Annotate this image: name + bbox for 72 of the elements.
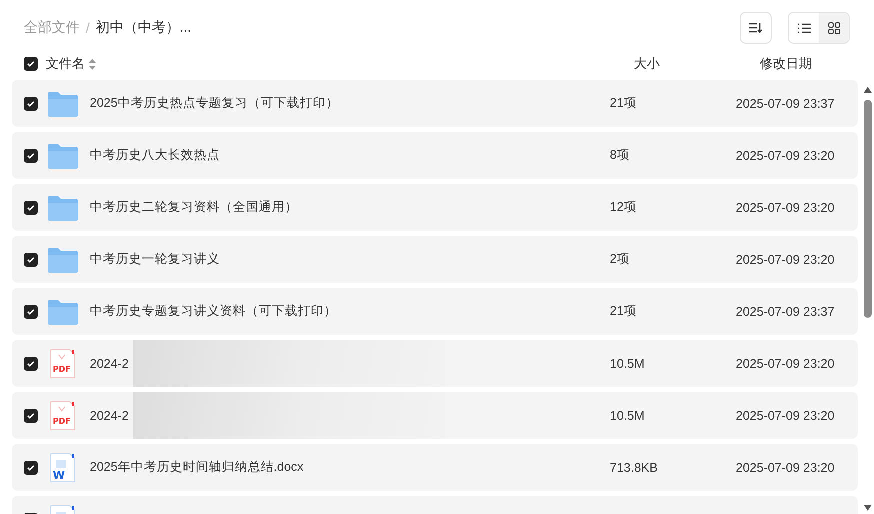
- folder-icon: [48, 90, 78, 116]
- file-name: 中考历史专题复习讲义资料（可下载打印）: [90, 303, 337, 320]
- list-icon: [798, 22, 810, 34]
- modified-date: 2025-07-09 23:37: [736, 304, 835, 318]
- column-header: 修改日期: [760, 55, 812, 73]
- scroll-up-icon[interactable]: [863, 86, 873, 94]
- file-size: 8项: [610, 148, 630, 162]
- file-size: 21项: [610, 304, 637, 318]
- file-row[interactable]: 中考历史一轮复习讲义 2项 2025-07-09 23:20: [12, 236, 858, 283]
- check-icon: [27, 204, 35, 212]
- file-size: 2项: [610, 252, 630, 266]
- grid-view-button[interactable]: [819, 13, 849, 43]
- check-icon: [27, 464, 35, 472]
- check-icon: [27, 412, 35, 420]
- file-row[interactable]: PDF 2024-2 10.5M 2025-07-09 23:20: [12, 340, 858, 387]
- check-icon: [27, 256, 35, 264]
- folder-icon: [48, 142, 78, 168]
- scroll-down-icon[interactable]: [863, 504, 873, 512]
- file-row[interactable]: W 2025年中考历史时间轴归纳总结.docx 713.8KB 2025-07-09 23:20: [12, 444, 858, 491]
- breadcrumb-link[interactable]: 初中（中考）...: [96, 19, 192, 37]
- word-file-icon: W: [50, 452, 76, 482]
- column-header: 大小: [634, 55, 661, 73]
- check-icon: [27, 308, 35, 316]
- file-name: 中考历史一轮复习讲义: [90, 251, 220, 268]
- checkbox[interactable]: [24, 460, 38, 474]
- file-name: 中考历史八大长效热点: [90, 147, 220, 164]
- sort-icon[interactable]: [89, 58, 96, 70]
- file-name: 2024-2: [90, 408, 129, 422]
- file-row[interactable]: 2025中考历史热点专题复习（可下载打印） 21项 2025-07-09 23:37: [12, 80, 858, 127]
- check-icon: [27, 60, 35, 68]
- file-size: 10.5M: [610, 356, 645, 370]
- modified-date: 2025-07-09 23:20: [736, 148, 835, 162]
- scrollbar-thumb[interactable]: [864, 100, 872, 318]
- modified-date: 2025-07-09 23:20: [736, 460, 835, 474]
- column-header[interactable]: 文件名: [46, 55, 85, 73]
- file-row[interactable]: 中考历史二轮复习资料（全国通用） 12项 2025-07-09 23:20: [12, 184, 858, 231]
- folder-icon: [48, 246, 78, 272]
- checkbox[interactable]: [24, 356, 38, 370]
- file-name: 2025年中考历史时间轴归纳总结.docx: [90, 459, 304, 476]
- modified-date: 2025-07-09 23:20: [736, 200, 835, 214]
- check-icon: [27, 100, 35, 108]
- pdf-file-icon: PDF: [50, 348, 76, 378]
- file-row[interactable]: PDF 2024-2 10.5M 2025-07-09 23:20: [12, 392, 858, 439]
- breadcrumb-separator: /: [86, 20, 90, 36]
- checkbox[interactable]: [24, 408, 38, 422]
- modified-date: 2025-07-09 23:20: [736, 408, 835, 422]
- grid-icon: [828, 22, 840, 34]
- sort-icon: [749, 22, 763, 34]
- checkbox[interactable]: [24, 200, 38, 214]
- file-size: 21项: [610, 96, 637, 110]
- file-size: 12项: [610, 200, 637, 214]
- file-name: 2025中考历史热点专题复习（可下载打印）: [90, 95, 339, 112]
- check-icon: [27, 360, 35, 368]
- checkbox[interactable]: [24, 148, 38, 162]
- pdf-file-icon: PDF: [50, 400, 76, 430]
- file-size: 713.8KB: [610, 460, 658, 474]
- file-name: 中考历史二轮复习资料（全国通用）: [90, 199, 298, 216]
- modified-date: 2025-07-09 23:37: [736, 96, 835, 110]
- checkbox[interactable]: [24, 252, 38, 266]
- check-icon: [27, 152, 35, 160]
- checkbox[interactable]: [24, 96, 38, 110]
- file-row[interactable]: 中考历史专题复习讲义资料（可下载打印） 21项 2025-07-09 23:37: [12, 288, 858, 335]
- modified-date: 2025-07-09 23:20: [736, 252, 835, 266]
- folder-icon: [48, 298, 78, 324]
- checkbox[interactable]: [24, 57, 38, 71]
- file-name: 2024-2: [90, 356, 129, 370]
- sort-button[interactable]: [740, 12, 772, 44]
- folder-icon: [48, 194, 78, 220]
- checkbox[interactable]: [24, 304, 38, 318]
- file-size: 10.5M: [610, 408, 645, 422]
- file-row[interactable]: 中考历史八大长效热点 8项 2025-07-09 23:20: [12, 132, 858, 179]
- modified-date: 2025-07-09 23:20: [736, 356, 835, 370]
